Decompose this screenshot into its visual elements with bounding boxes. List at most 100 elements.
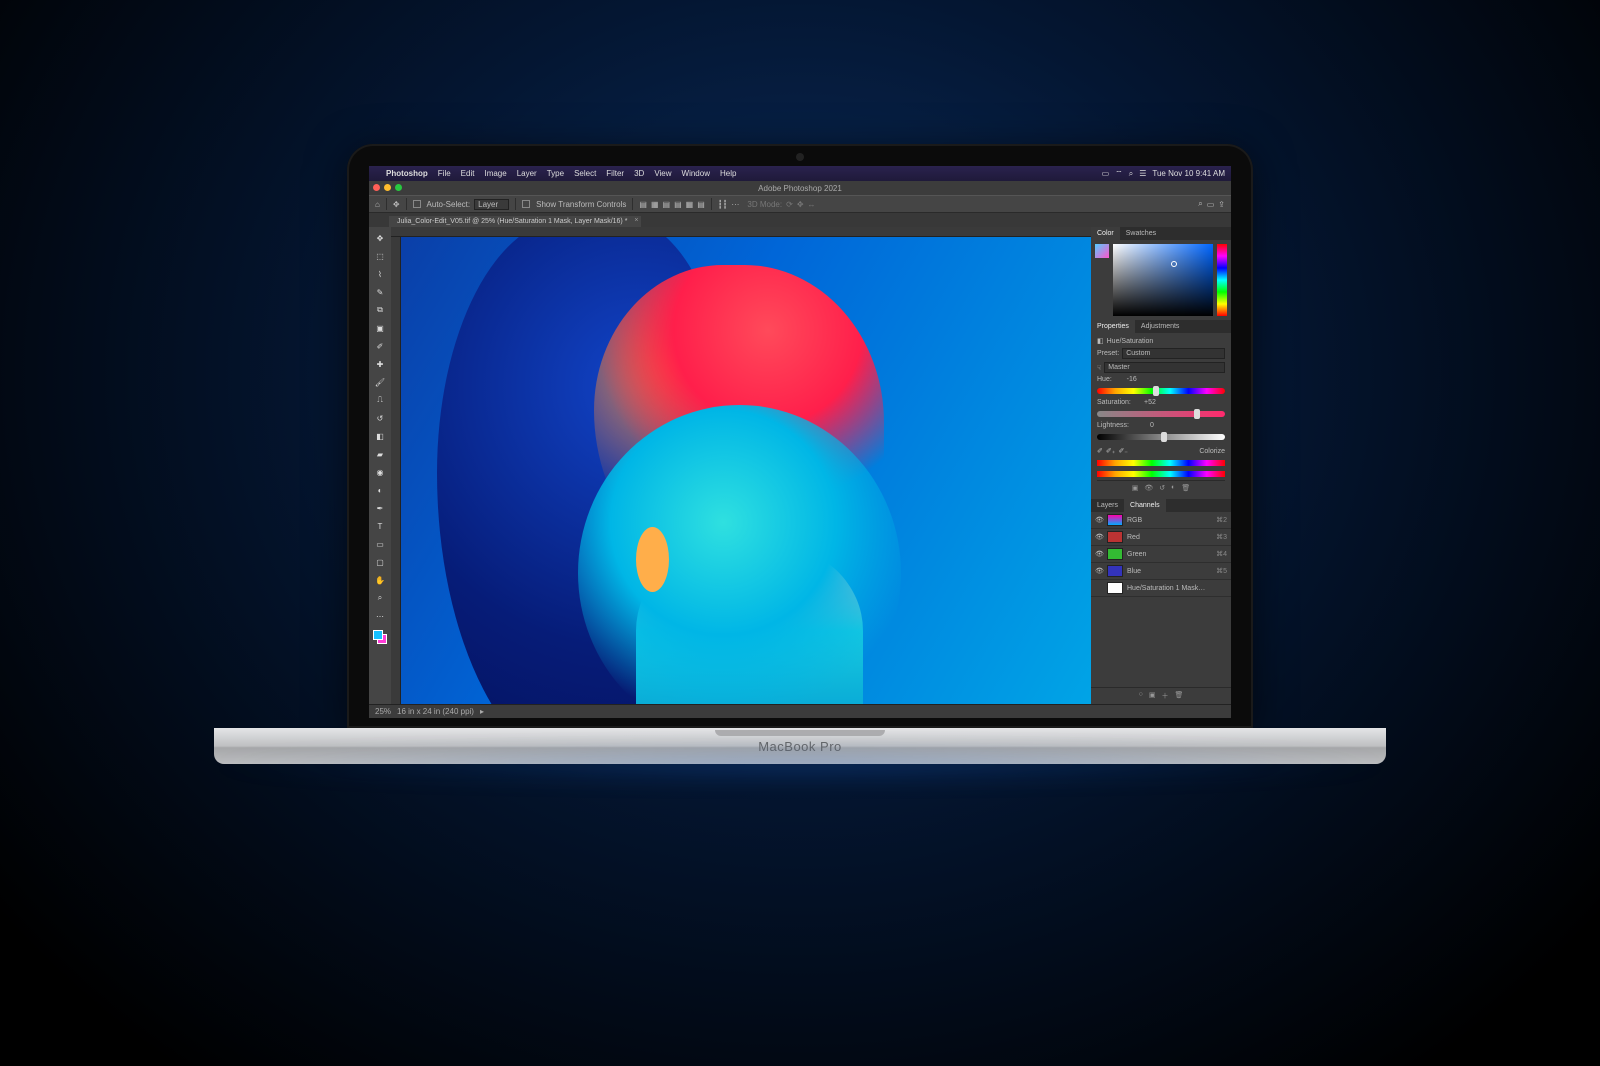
ruler-horizontal[interactable] (391, 227, 1091, 237)
sat-slider[interactable] (1097, 411, 1225, 417)
show-transform-checkbox[interactable] (522, 200, 530, 208)
sat-value[interactable]: +52 (1134, 399, 1156, 406)
lig-value[interactable]: 0 (1132, 422, 1154, 429)
tab-adjustments[interactable]: Adjustments (1135, 320, 1186, 333)
clock[interactable]: Tue Nov 10 9:41 AM (1152, 169, 1225, 178)
doc-info[interactable]: 16 in x 24 in (240 ppi) (397, 707, 474, 716)
shape-tool-icon[interactable]: ▢ (372, 554, 388, 570)
lasso-tool-icon[interactable]: ⌇ (372, 266, 388, 282)
load-selection-icon[interactable]: ○ (1139, 691, 1143, 701)
align-left-icon[interactable]: ▤ (639, 200, 647, 209)
orbit-3d-icon[interactable]: ⟳ (786, 200, 793, 209)
clone-tool-icon[interactable]: ⎍ (372, 392, 388, 408)
eraser-tool-icon[interactable]: ◧ (372, 428, 388, 444)
menu-select[interactable]: Select (569, 169, 601, 178)
channel-row[interactable]: 👁RGB⌘2 (1091, 512, 1231, 529)
home-icon[interactable]: ⌂ (375, 200, 380, 209)
dodge-tool-icon[interactable]: ◐ (372, 482, 388, 498)
menu-file[interactable]: File (433, 169, 456, 178)
menu-window[interactable]: Window (677, 169, 715, 178)
hand-tool-icon[interactable]: ✋ (372, 572, 388, 588)
color-spectrum[interactable] (1113, 244, 1213, 316)
align-bottom-icon[interactable]: ▤ (697, 200, 705, 209)
align-right-icon[interactable]: ▤ (663, 200, 671, 209)
marquee-tool-icon[interactable]: ⬚ (372, 248, 388, 264)
document-canvas[interactable] (401, 237, 1091, 704)
zoom-level[interactable]: 25% (375, 707, 391, 716)
eyedropper-icon[interactable]: ✐ (1097, 447, 1103, 455)
zoom-icon[interactable] (395, 184, 402, 191)
menu-type[interactable]: Type (542, 169, 569, 178)
brush-tool-icon[interactable]: 🖌 (372, 374, 388, 390)
save-selection-icon[interactable]: ▣ (1149, 691, 1156, 701)
blur-tool-icon[interactable]: ◉ (372, 464, 388, 480)
channel-row[interactable]: 👁Green⌘4 (1091, 546, 1231, 563)
move-tool-icon[interactable]: ✥ (393, 200, 400, 209)
menu-filter[interactable]: Filter (601, 169, 629, 178)
eye-icon[interactable]: 👁 (1095, 567, 1103, 575)
channel-dropdown[interactable]: Master (1104, 362, 1225, 373)
distribute-icon[interactable]: ┇┇ (718, 200, 728, 209)
trash-icon[interactable]: 🗑 (1181, 484, 1190, 492)
eyedropper-minus-icon[interactable]: ✐₋ (1118, 447, 1128, 455)
delete-channel-icon[interactable]: 🗑 (1174, 691, 1183, 701)
reset-icon[interactable]: ↺ (1159, 484, 1165, 492)
foreground-color[interactable] (1095, 244, 1109, 258)
ruler-vertical[interactable] (391, 237, 401, 704)
quick-select-tool-icon[interactable]: ✎ (372, 284, 388, 300)
channel-row[interactable]: Hue/Saturation 1 Mask… (1091, 580, 1231, 597)
tab-channels[interactable]: Channels (1124, 499, 1166, 512)
menu-view[interactable]: View (649, 169, 676, 178)
color-swatch[interactable] (372, 629, 388, 645)
preset-dropdown[interactable]: Custom (1122, 348, 1225, 359)
control-center-icon[interactable]: ☰ (1139, 169, 1146, 178)
share-icon[interactable]: ⇪ (1218, 200, 1225, 209)
app-name[interactable]: Photoshop (381, 169, 433, 178)
eyedropper-tool-icon[interactable]: ✐ (372, 338, 388, 354)
channel-row[interactable]: 👁Red⌘3 (1091, 529, 1231, 546)
search-icon[interactable]: ⌕ (1129, 169, 1133, 179)
hue-value[interactable]: -16 (1115, 376, 1137, 383)
document-tab[interactable]: Julia_Color-Edit_V05.tif @ 25% (Hue/Satu… (389, 216, 641, 227)
close-icon[interactable] (373, 184, 380, 191)
wifi-icon[interactable]: ⌔ (1115, 169, 1123, 179)
new-channel-icon[interactable]: ＋ (1161, 691, 1168, 701)
lig-slider[interactable] (1097, 434, 1225, 440)
history-brush-icon[interactable]: ↺ (372, 410, 388, 426)
eyedropper-plus-icon[interactable]: ✐₊ (1106, 447, 1116, 455)
tab-properties[interactable]: Properties (1091, 320, 1135, 333)
heal-tool-icon[interactable]: ✚ (372, 356, 388, 372)
pen-tool-icon[interactable]: ✒ (372, 500, 388, 516)
chevron-right-icon[interactable]: ▸ (480, 707, 484, 716)
path-select-tool-icon[interactable]: ▭ (372, 536, 388, 552)
move-tool-icon[interactable]: ✥ (372, 230, 388, 246)
pan-3d-icon[interactable]: ✥ (797, 200, 804, 209)
hue-strip[interactable] (1217, 244, 1227, 316)
menu-help[interactable]: Help (715, 169, 741, 178)
align-center-v-icon[interactable]: ▦ (686, 200, 694, 209)
search-bar-icon[interactable]: ⌕ (1198, 199, 1202, 209)
frame-tool-icon[interactable]: ▣ (372, 320, 388, 336)
battery-icon[interactable]: ▭ (1102, 169, 1110, 178)
eye-icon[interactable]: 👁 (1095, 533, 1103, 541)
gradient-tool-icon[interactable]: ▰ (372, 446, 388, 462)
more-icon[interactable]: ··· (731, 200, 739, 209)
slide-3d-icon[interactable]: ↔ (808, 200, 816, 209)
menu-layer[interactable]: Layer (512, 169, 542, 178)
channel-row[interactable]: 👁Blue⌘5 (1091, 563, 1231, 580)
align-center-h-icon[interactable]: ▦ (651, 200, 659, 209)
workspace-icon[interactable]: ▭ (1207, 200, 1215, 209)
toggle-visibility-icon[interactable]: 👁 (1144, 484, 1153, 492)
minimize-icon[interactable] (384, 184, 391, 191)
eye-icon[interactable]: 👁 (1095, 550, 1103, 558)
eye-icon[interactable]: 👁 (1095, 516, 1103, 524)
tab-color[interactable]: Color (1091, 227, 1120, 240)
menu-image[interactable]: Image (479, 169, 511, 178)
clip-to-layer-icon[interactable]: ▣ (1132, 484, 1139, 492)
auto-select-checkbox[interactable] (413, 200, 421, 208)
targeted-adj-icon[interactable]: ☟ (1097, 364, 1101, 372)
auto-select-mode[interactable]: Layer (474, 199, 509, 210)
type-tool-icon[interactable]: T (372, 518, 388, 534)
tab-swatches[interactable]: Swatches (1120, 227, 1162, 240)
align-top-icon[interactable]: ▤ (674, 200, 682, 209)
